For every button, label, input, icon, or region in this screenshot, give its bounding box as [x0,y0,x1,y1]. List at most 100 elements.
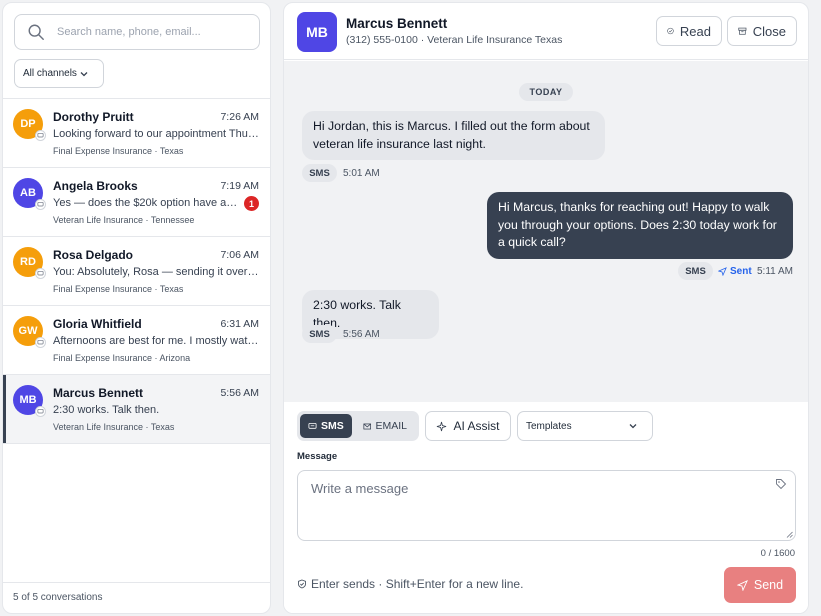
chevron-down-icon [80,71,88,76]
conversation-time: 7:06 AM [220,249,259,261]
conversation-meta: Veteran Life Insurance · Tennessee [53,215,195,225]
close-button-label: Close [752,23,786,39]
channel-badge [35,406,46,417]
contact-name: Rosa Delgado [53,248,134,262]
unread-count-badge: 1 [244,196,259,211]
resize-handle-icon[interactable] [786,531,793,538]
conversation-time: 7:19 AM [220,180,259,192]
send-hint: Enter sends · Shift+Enter for a new line… [297,577,523,591]
conversation-item[interactable]: RD Rosa Delgado 7:06 AM You: Absolutely,… [3,237,270,306]
search-icon [28,24,44,40]
chat-icon [308,422,317,429]
conversation-count: 5 of 5 conversations [3,582,270,613]
conversation-preview: Afternoons are best for me. I mostly wat… [53,335,259,347]
ai-assist-button[interactable]: AI Assist [425,411,511,441]
delivery-status-label: Sent [730,266,752,277]
send-button[interactable]: Send [724,567,796,603]
shield-check-icon [298,579,306,589]
check-circle-icon [667,27,674,35]
tag-icon[interactable] [775,478,787,490]
conversation-preview: Yes — does the $20k option have a waitin… [53,197,239,209]
send-hint-text: Enter sends · Shift+Enter for a new line… [311,577,524,591]
chat-icon [37,408,44,414]
channel-badge [35,199,46,210]
conversation-item[interactable]: AB Angela Brooks 7:19 AM Yes — does the … [3,168,270,237]
message-time: 5:01 AM [343,168,380,179]
chat-icon [37,132,44,138]
contact-name-title: Marcus Bennett [346,16,448,31]
search-box[interactable] [14,14,260,50]
channel-toggle: SMS EMAIL [297,411,419,441]
channel-filter-label: All channels [23,68,77,79]
conversation-panel: MB Marcus Bennett (312) 555-0100 · Veter… [283,2,809,614]
conversation-preview: You: Absolutely, Rosa — sending it over … [53,266,259,278]
templates-dropdown[interactable]: Templates [517,411,653,441]
channel-tag: SMS [678,262,713,280]
channel-filter-dropdown[interactable]: All channels [14,59,104,88]
sparkle-icon [437,421,447,431]
email-tab-label: EMAIL [375,420,407,432]
conversation-time: 7:26 AM [220,111,259,123]
date-separator: TODAY [519,83,573,101]
channel-badge [35,130,46,141]
conversation-meta: Final Expense Insurance · Texas [53,146,184,156]
outgoing-message: Hi Marcus, thanks for reaching out! Happ… [487,192,793,259]
delivery-status: Sent [718,266,752,277]
message-field[interactable] [297,470,796,541]
sms-tab[interactable]: SMS [300,414,352,438]
contact-avatar: MB [297,12,337,52]
conversation-time: 5:56 AM [220,387,259,399]
conversation-preview: Looking forward to our appointment Thurs… [53,128,259,140]
conversation-meta: Final Expense Insurance · Texas [53,284,184,294]
avatar: MB [13,385,46,417]
chat-icon [37,270,44,276]
templates-label: Templates [526,420,572,432]
message-time: 5:56 AM [343,329,380,340]
contact-name: Gloria Whitfield [53,317,142,331]
contact-subtitle: (312) 555-0100 · Veteran Life Insurance … [346,34,563,46]
message-time: 5:11 AM [757,266,793,277]
chevron-down-icon [629,424,637,429]
read-button-label: Read [679,23,711,39]
conversation-meta: Veteran Life Insurance · Texas [53,422,175,432]
channel-badge [35,337,46,348]
mark-read-button[interactable]: Read [656,16,722,46]
avatar: RD [13,247,46,279]
avatar: AB [13,178,46,210]
conversation-header: MB Marcus Bennett (312) 555-0100 · Veter… [284,3,808,60]
chat-icon [37,201,44,207]
message-input[interactable] [298,471,795,540]
conversation-item[interactable]: GW Gloria Whitfield 6:31 AM Afternoons a… [3,306,270,375]
archive-icon [738,27,747,35]
message-thread[interactable]: TODAY Hi Jordan, this is Marcus. I fille… [284,61,808,402]
email-tab[interactable]: EMAIL [355,414,415,438]
chat-icon [37,339,44,345]
conversation-sidebar: All channels DP Dorothy Pruitt 7:26 AM L… [2,2,271,614]
mail-icon [363,423,372,429]
conversation-meta: Final Expense Insurance · Arizona [53,353,191,363]
character-counter: 0 / 1600 [760,548,795,559]
contact-name: Marcus Bennett [53,386,144,400]
channel-badge [35,268,46,279]
channel-tag: SMS [302,164,337,182]
search-input[interactable] [57,26,247,38]
conversation-preview: 2:30 works. Talk then. [53,404,160,416]
conversation-item-selected[interactable]: MB Marcus Bennett 5:56 AM 2:30 works. Ta… [3,375,270,444]
avatar: GW [13,316,46,348]
contact-name: Dorothy Pruitt [53,110,134,124]
conversation-list: DP Dorothy Pruitt 7:26 AM Looking forwar… [3,99,270,444]
send-icon [736,579,748,591]
conversation-time: 6:31 AM [220,318,259,330]
avatar: DP [13,109,46,141]
message-label: Message [297,451,338,462]
send-button-label: Send [753,578,784,592]
send-icon [718,267,727,276]
incoming-message: Hi Jordan, this is Marcus. I filled out … [302,111,605,160]
close-conversation-button[interactable]: Close [727,16,797,46]
ai-assist-label: AI Assist [453,419,500,433]
sms-tab-label: SMS [321,420,344,432]
channel-tag: SMS [302,325,337,343]
contact-name: Angela Brooks [53,179,138,193]
message-composer: SMS EMAIL AI Assist Templates Message 0 … [284,402,808,613]
conversation-item[interactable]: DP Dorothy Pruitt 7:26 AM Looking forwar… [3,99,270,168]
